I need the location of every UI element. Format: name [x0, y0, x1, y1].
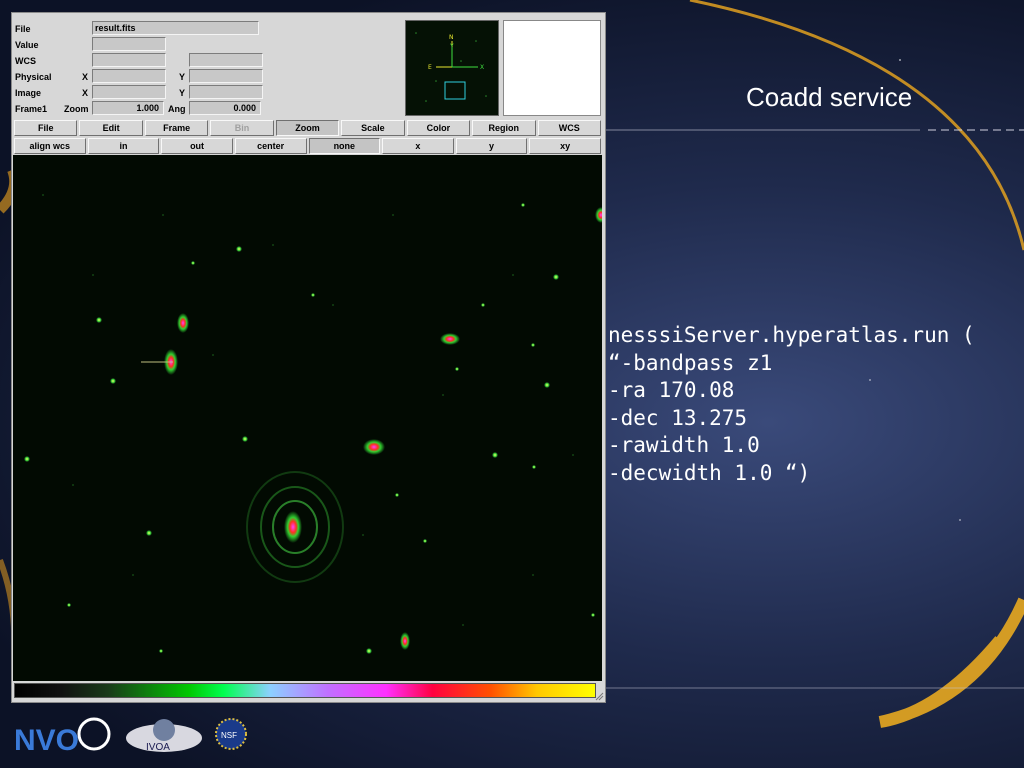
- slide-title: Coadd service: [746, 82, 913, 112]
- edit-menu-button[interactable]: Edit: [79, 120, 143, 136]
- logo-strip: NVO IVOA NSF: [14, 717, 247, 757]
- physical-y-label: Y: [179, 72, 186, 82]
- physical-y-field[interactable]: [189, 69, 263, 83]
- ivoa-logo-text: IVOA: [146, 742, 170, 753]
- zoom-label: Zoom: [64, 104, 89, 114]
- panner-view[interactable]: N E Y X: [405, 20, 499, 116]
- angle-field[interactable]: 0.000: [189, 101, 261, 115]
- code-line: -decwidth 1.0 “): [608, 460, 811, 485]
- galaxy-object: [246, 471, 344, 583]
- panner-n-label: N: [449, 34, 454, 41]
- image-y-field[interactable]: [189, 85, 263, 99]
- code-line: “-bandpass z1: [608, 350, 773, 375]
- physical-x-field[interactable]: [92, 69, 166, 83]
- info-panel: File result.fits Value WCS Physical X Y …: [12, 13, 605, 119]
- frame-label: Frame1: [15, 104, 48, 114]
- wcs-y-field[interactable]: [189, 53, 263, 67]
- orient-x-button[interactable]: x: [382, 138, 454, 154]
- nsf-logo: NSF: [215, 718, 247, 750]
- image-x-label: X: [82, 88, 89, 98]
- panner-x-label: X: [480, 64, 484, 71]
- center-button[interactable]: center: [234, 138, 307, 154]
- scale-menu-button[interactable]: Scale: [341, 120, 405, 136]
- physical-label: Physical: [15, 72, 52, 82]
- image-frame[interactable]: [13, 155, 602, 681]
- colorbar[interactable]: [14, 683, 596, 698]
- zoom-button-bar: align wcs in out center none x y xy: [14, 138, 603, 154]
- orient-y-button[interactable]: y: [455, 138, 528, 154]
- main-button-bar: File Edit Frame Bin Zoom Scale Color Reg…: [14, 120, 603, 136]
- orient-xy-button[interactable]: xy: [529, 138, 601, 154]
- zoom-out-button[interactable]: out: [161, 138, 233, 154]
- bin-menu-button[interactable]: Bin: [210, 120, 274, 136]
- code-line: -rawidth 1.0: [608, 433, 760, 457]
- astronomical-image: [24, 194, 602, 654]
- region-menu-button[interactable]: Region: [472, 120, 536, 136]
- zoom-field[interactable]: 1.000: [92, 101, 164, 115]
- nsf-logo-text: NSF: [221, 731, 237, 740]
- ds9-window: File result.fits Value WCS Physical X Y …: [11, 12, 606, 703]
- panner-e-label: E: [428, 64, 432, 71]
- align-wcs-button[interactable]: align wcs: [14, 138, 86, 154]
- wcs-menu-button[interactable]: WCS: [537, 120, 601, 136]
- resize-grip-icon[interactable]: [594, 691, 604, 701]
- code-line: nesssiServer.hyperatlas.run (: [608, 323, 975, 347]
- code-line: -dec 13.275: [608, 405, 748, 430]
- orient-none-button[interactable]: none: [308, 138, 381, 154]
- image-label: Image: [15, 88, 42, 98]
- ivoa-logo: IVOA: [126, 719, 202, 753]
- code-line: -ra 170.08: [608, 378, 735, 402]
- frame-menu-button[interactable]: Frame: [144, 120, 209, 136]
- file-field[interactable]: result.fits: [92, 21, 259, 35]
- value-field[interactable]: [92, 37, 166, 51]
- color-menu-button[interactable]: Color: [406, 120, 471, 136]
- panner-view-box: [444, 81, 466, 100]
- image-x-field[interactable]: [92, 85, 166, 99]
- magnifier-view: [503, 20, 601, 116]
- file-menu-button[interactable]: File: [14, 120, 78, 136]
- value-label: Value: [15, 40, 39, 50]
- file-label: File: [15, 24, 31, 34]
- zoom-menu-button[interactable]: Zoom: [275, 120, 340, 136]
- nvo-logo: NVO: [14, 717, 111, 757]
- panner-compass-icon: N E Y X: [415, 32, 487, 102]
- wcs-x-field[interactable]: [92, 53, 166, 67]
- command-code-block: nesssiServer.hyperatlas.run ( “-bandpass …: [608, 322, 975, 487]
- image-y-label: Y: [179, 88, 186, 98]
- panner-y-label: Y: [449, 43, 454, 50]
- nvo-logo-text: NVO: [14, 724, 79, 757]
- angle-label: Ang: [168, 104, 186, 114]
- zoom-in-button[interactable]: in: [87, 138, 160, 154]
- wcs-label: WCS: [15, 56, 36, 66]
- physical-x-label: X: [82, 72, 89, 82]
